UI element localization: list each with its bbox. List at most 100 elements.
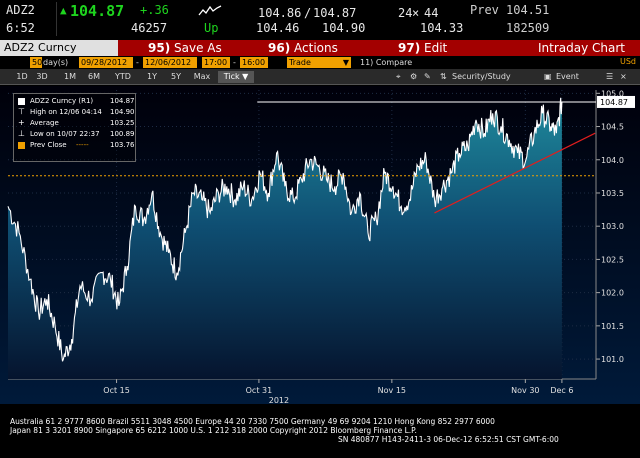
legend-swatch-orange bbox=[18, 142, 25, 149]
start-date-field[interactable]: 09/28/2012 bbox=[79, 57, 133, 68]
actions-number: 96) bbox=[268, 41, 291, 55]
quote-open: 104.46 bbox=[256, 21, 300, 35]
legend-prev-close-value: 103.76 bbox=[110, 141, 135, 149]
start-time-field[interactable]: 17:00 bbox=[202, 57, 230, 68]
footer-line-3: SN 480877 H143-2411-3 06-Dec-12 6:52:51 … bbox=[338, 435, 559, 444]
high-marker-icon: ⊤ bbox=[18, 107, 25, 116]
chart-legend[interactable]: ADZ2 Curncy (R1) 104.87 ⊤ High on 12/06 … bbox=[13, 93, 136, 162]
y-tick-label: 104.0 bbox=[601, 156, 624, 165]
legend-low-value: 100.89 bbox=[110, 130, 135, 138]
function-menu-bar: ADZ2 Curncy 95) Save As 96) Actions 97) … bbox=[0, 40, 640, 56]
legend-high-value: 104.90 bbox=[110, 108, 135, 116]
quote-bid: 104.86 bbox=[258, 6, 302, 20]
tab-1d[interactable]: 1D bbox=[14, 71, 30, 83]
quote-up-label: Up bbox=[204, 21, 219, 35]
y-tick-label: 103.0 bbox=[601, 222, 624, 231]
current-price-label: 104.87 bbox=[600, 98, 628, 107]
legend-low-label: Low on 10/07 22:37 bbox=[30, 130, 100, 138]
legend-average-label: Average bbox=[30, 119, 59, 127]
event-button[interactable]: Event bbox=[556, 71, 579, 83]
x-tick-label: Oct 15 bbox=[103, 386, 130, 395]
quote-ask-size: 44 bbox=[424, 6, 439, 20]
quote-bar: ADZ2 6:52 ▲ 104.87 +.36 46257 Up 104.86 … bbox=[0, 0, 640, 40]
legend-swatch-white bbox=[18, 98, 25, 105]
tab-tick[interactable]: Tick ▼ bbox=[218, 71, 254, 83]
quote-bid-size: 24 bbox=[398, 6, 413, 20]
up-arrow-icon: ▲ bbox=[60, 4, 67, 17]
sparkline-icon bbox=[198, 4, 222, 21]
average-marker-icon: + bbox=[18, 118, 25, 127]
event-type-value: Trade bbox=[289, 58, 311, 67]
legend-row-security: ADZ2 Curncy (R1) 104.87 bbox=[18, 96, 136, 106]
dashed-line-icon: ----- bbox=[76, 141, 89, 149]
end-date-field[interactable]: 12/06/2012 bbox=[143, 57, 197, 68]
security-field[interactable]: ADZ2 Curncy bbox=[0, 40, 118, 56]
security-study-button[interactable]: Security/Study bbox=[452, 71, 511, 83]
quote-ticker: ADZ2 bbox=[6, 3, 35, 17]
security-study-icon: ⇅ bbox=[440, 72, 447, 81]
compare-button[interactable]: 11) Compare bbox=[360, 57, 412, 68]
tab-3d[interactable]: 3D bbox=[34, 71, 50, 83]
tab-1m[interactable]: 1M bbox=[62, 71, 78, 83]
tab-6m[interactable]: 6M bbox=[86, 71, 102, 83]
legend-prev-close-label: Prev Close bbox=[30, 141, 67, 149]
y-tick-label: 101.0 bbox=[601, 355, 624, 364]
tab-1y[interactable]: 1Y bbox=[144, 71, 160, 83]
chart-type-title: Intraday Chart bbox=[538, 41, 625, 55]
zoom-icon[interactable]: ⌖ bbox=[396, 71, 401, 83]
y-tick-label: 101.5 bbox=[601, 322, 624, 331]
save-as-number: 95) bbox=[148, 41, 171, 55]
y-tick-label: 103.5 bbox=[601, 189, 624, 198]
footer-line-1: Australia 61 2 9777 8600 Brazil 5511 304… bbox=[10, 417, 495, 426]
actions-button[interactable]: 96) Actions bbox=[268, 40, 338, 56]
legend-row-average: + Average 103.25 bbox=[18, 118, 136, 128]
currency-label: USd bbox=[619, 57, 636, 66]
x-tick-label: Oct 31 bbox=[246, 386, 273, 395]
end-time-field[interactable]: 16:00 bbox=[240, 57, 268, 68]
date-range-separator: - bbox=[136, 58, 139, 67]
event-type-select[interactable]: Trade ▼ bbox=[287, 57, 351, 68]
legend-row-prev-close: Prev Close ----- 103.76 bbox=[18, 140, 136, 150]
x-tick-label: Nov 15 bbox=[378, 386, 406, 395]
x-axis-label: 2012 bbox=[269, 396, 289, 404]
close-icon[interactable]: × bbox=[620, 71, 627, 83]
days-unit: day(s) bbox=[43, 58, 69, 67]
x-tick-label: Dec 6 bbox=[550, 386, 573, 395]
actions-label: Actions bbox=[294, 41, 338, 55]
quote-prev: 104.51 bbox=[506, 3, 550, 17]
chart-settings-icon[interactable]: ☰ bbox=[606, 71, 613, 83]
time-range-separator: - bbox=[233, 58, 236, 67]
tab-ytd[interactable]: YTD bbox=[112, 71, 134, 83]
quote-open-interest: 182509 bbox=[506, 21, 550, 35]
quote-separator bbox=[56, 2, 57, 36]
y-tick-label: 102.0 bbox=[601, 289, 624, 298]
legend-high-label: High on 12/06 04:14 bbox=[30, 108, 102, 116]
days-field[interactable]: 50 bbox=[30, 57, 42, 68]
footer-line-2: Japan 81 3 3201 8900 Singapore 65 6212 1… bbox=[10, 426, 417, 435]
quote-volume: 46257 bbox=[131, 21, 168, 35]
save-as-button[interactable]: 95) Save As bbox=[148, 40, 222, 56]
legend-row-high: ⊤ High on 12/06 04:14 104.90 bbox=[18, 107, 136, 117]
low-marker-icon: ⊥ bbox=[18, 129, 25, 138]
edit-number: 97) bbox=[398, 41, 421, 55]
edit-button[interactable]: 97) Edit bbox=[398, 40, 447, 56]
legend-security-value: 104.87 bbox=[110, 97, 135, 105]
period-tab-bar: 1D 3D 1M 6M YTD 1Y 5Y Max Tick ▼ ⌖ ⚙ ✎ ⇅… bbox=[0, 69, 640, 85]
event-icon: ▣ bbox=[544, 72, 552, 81]
y-tick-label: 102.5 bbox=[601, 255, 624, 264]
quote-prev-label: Prev bbox=[470, 3, 499, 17]
quote-high: 104.90 bbox=[322, 21, 366, 35]
quote-bid-ask-separator: / bbox=[304, 6, 312, 20]
quote-size-separator: × bbox=[412, 6, 420, 20]
legend-security-label: ADZ2 Curncy (R1) bbox=[30, 97, 94, 105]
legend-row-low: ⊥ Low on 10/07 22:37 100.89 bbox=[18, 129, 136, 139]
footer: Australia 61 2 9777 8600 Brazil 5511 304… bbox=[0, 412, 640, 458]
save-as-label: Save As bbox=[174, 41, 222, 55]
x-tick-label: Nov 30 bbox=[511, 386, 539, 395]
quote-last: 104.87 bbox=[70, 2, 125, 20]
settings-icon[interactable]: ⚙ bbox=[410, 71, 417, 83]
quote-time: 6:52 bbox=[6, 21, 35, 35]
tab-5y[interactable]: 5Y bbox=[168, 71, 184, 83]
tab-max[interactable]: Max bbox=[190, 71, 214, 83]
annotate-icon[interactable]: ✎ bbox=[424, 71, 431, 83]
